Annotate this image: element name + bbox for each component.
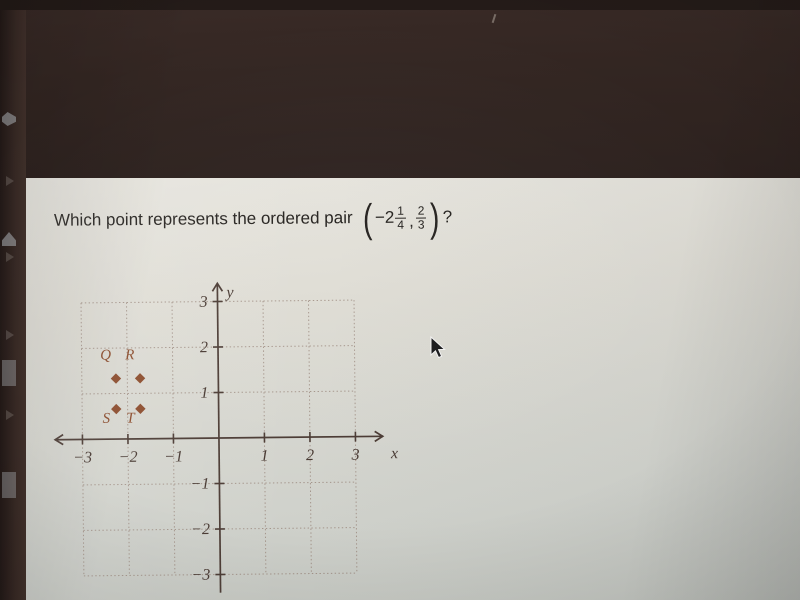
question-content-panel: Which point represents the ordered pair … bbox=[26, 178, 800, 600]
x-fraction: 1 4 bbox=[395, 203, 407, 232]
question-stem: Which point represents the ordered pair bbox=[53, 208, 353, 230]
x-whole-part: −2 bbox=[374, 207, 395, 228]
y-axis-tick-label: −1 bbox=[191, 476, 210, 493]
data-point-T bbox=[135, 403, 146, 414]
x-axis-tick-label: 1 bbox=[261, 447, 269, 464]
sidebar-glyph-icon bbox=[2, 232, 16, 246]
exam-header bbox=[0, 0, 800, 180]
photo-top-edge bbox=[0, 0, 800, 10]
y-axis-tick-label: 3 bbox=[198, 294, 207, 311]
x-axis-tick-label: 2 bbox=[306, 447, 314, 464]
chevron-right-icon bbox=[6, 410, 14, 420]
question-mark: ? bbox=[442, 207, 453, 227]
data-point-label-Q: Q bbox=[100, 347, 111, 363]
data-point-label-T: T bbox=[126, 410, 136, 426]
y-axis-tick-label: −3 bbox=[191, 567, 210, 584]
y-axis-label: y bbox=[224, 284, 234, 301]
y-axis-tick-label: 2 bbox=[200, 339, 208, 356]
y-axis-tick-label: 1 bbox=[200, 385, 208, 402]
data-point-Q bbox=[110, 373, 122, 384]
chevron-right-icon bbox=[6, 176, 14, 186]
x-axis-tick-label: −1 bbox=[164, 448, 183, 465]
data-point-R bbox=[134, 373, 146, 384]
chevron-right-icon bbox=[6, 330, 14, 340]
y-numerator: 2 bbox=[417, 203, 425, 218]
sidebar-glyph-icon bbox=[2, 112, 16, 126]
x-denominator: 4 bbox=[395, 217, 407, 232]
chevron-right-icon bbox=[6, 252, 14, 262]
x-axis-tick-label: 3 bbox=[351, 447, 360, 464]
x-axis-tick-label: −2 bbox=[119, 449, 138, 466]
question-text: Which point represents the ordered pair … bbox=[53, 196, 453, 241]
left-sidebar-strip bbox=[0, 0, 26, 600]
data-point-S bbox=[111, 403, 122, 415]
x-axis-tick-label: −3 bbox=[73, 449, 92, 466]
graph-svg: −3 −2 −1 1 2 3 3 2 1 −1 −2 −3 x y Q R S T bbox=[53, 281, 398, 593]
y-fraction: 2 3 bbox=[415, 203, 427, 232]
data-point-label-R: R bbox=[124, 347, 134, 363]
y-coordinate: 2 3 bbox=[415, 203, 428, 232]
screenshot-root: Cumulative Exam Cumulative Exam Active 1… bbox=[0, 0, 800, 600]
x-coordinate: −2 1 4 bbox=[374, 203, 407, 232]
data-point-label-S: S bbox=[103, 411, 111, 427]
coordinate-plane-graph: −3 −2 −1 1 2 3 3 2 1 −1 −2 −3 x y Q R S T bbox=[32, 276, 405, 600]
y-denominator: 3 bbox=[415, 217, 427, 232]
sidebar-glyph-icon bbox=[2, 360, 16, 386]
pair-separator: , bbox=[408, 211, 414, 231]
x-axis-label: x bbox=[390, 445, 398, 462]
x-numerator: 1 bbox=[397, 203, 405, 218]
y-axis-tick-label: −2 bbox=[191, 521, 210, 538]
sidebar-glyph-icon bbox=[2, 472, 16, 498]
